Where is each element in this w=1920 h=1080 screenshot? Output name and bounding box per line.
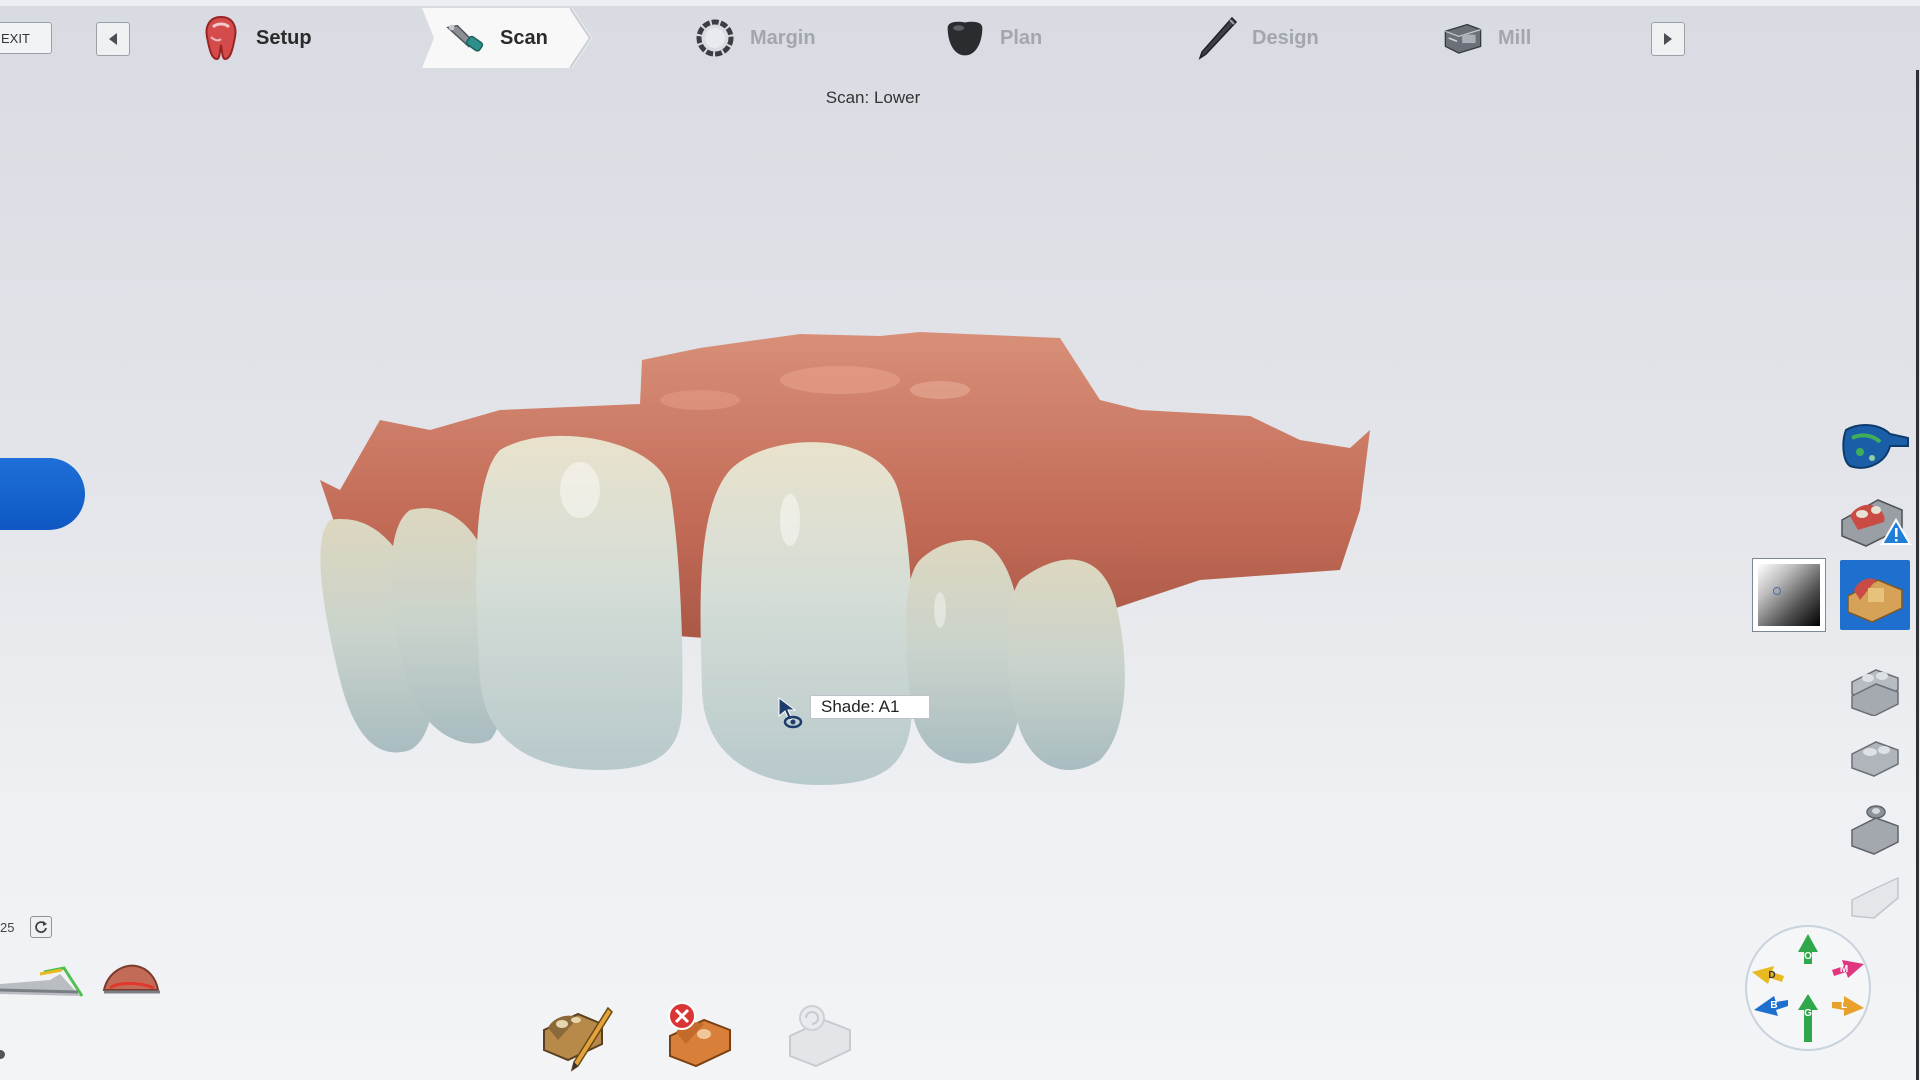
chevron-left-icon — [109, 33, 117, 45]
chevron-right-icon — [1664, 33, 1672, 45]
top-strip — [0, 0, 1920, 6]
dental-scan-model[interactable] — [300, 320, 1380, 800]
right-window-edge — [1916, 70, 1919, 1080]
gum-trim-tool-icon[interactable] — [100, 958, 164, 1002]
upper-jaw-model-icon[interactable] — [1846, 660, 1906, 716]
exit-button[interactable]: EXIT — [0, 22, 52, 54]
compass-label-o: O — [1804, 951, 1812, 962]
step-scan-label: Scan — [500, 26, 548, 49]
step-design[interactable]: Design — [1196, 8, 1319, 68]
orientation-compass[interactable]: O D M B L G — [1744, 924, 1872, 1052]
step-margin-label: Margin — [750, 26, 816, 49]
compass-label-d: D — [1768, 970, 1775, 981]
left-indicator-dot — [0, 1050, 5, 1059]
model-warning-icon[interactable] — [1838, 490, 1912, 552]
step-plan[interactable]: Plan — [944, 8, 1042, 68]
shade-gradient-swatch — [1758, 564, 1820, 626]
shade-model-icon — [1847, 578, 1903, 623]
shade-probe-cursor-icon — [778, 697, 803, 729]
step-margin[interactable]: Margin — [694, 8, 816, 68]
refresh-icon — [35, 921, 47, 933]
restore-scan-tool-icon[interactable] — [784, 1000, 860, 1072]
scanner-wand-icon — [444, 17, 486, 59]
active-step-chevron — [570, 8, 592, 68]
lower-jaw-model-icon[interactable] — [1846, 732, 1906, 780]
refresh-button[interactable] — [30, 916, 52, 938]
delete-scan-tool-icon[interactable] — [664, 1000, 740, 1072]
next-step-button[interactable] — [1651, 22, 1685, 56]
shade-selector[interactable] — [1752, 558, 1826, 632]
margin-ring-icon — [694, 17, 736, 59]
compass-label-m: M — [1840, 964, 1848, 975]
step-scan[interactable]: Scan — [444, 8, 548, 68]
design-pen-icon — [1196, 16, 1238, 60]
scan-tray-icon[interactable] — [1840, 420, 1912, 476]
step-design-label: Design — [1252, 26, 1319, 49]
step-plan-label: Plan — [1000, 26, 1043, 49]
step-setup[interactable]: Setup — [200, 8, 312, 68]
edit-scan-tool-icon[interactable] — [538, 1000, 614, 1072]
step-setup-label: Setup — [256, 26, 312, 49]
scan-title: Scan: Lower — [825, 88, 921, 107]
shade-marker — [1773, 587, 1781, 595]
step-mill-label: Mill — [1498, 26, 1532, 49]
mill-machine-icon — [1442, 17, 1484, 59]
pre-op-model-icon[interactable] — [1846, 872, 1906, 926]
compass-label-b: B — [1770, 1000, 1777, 1011]
setup-tooth-icon — [200, 15, 242, 61]
margin-line-tool-icon[interactable] — [0, 960, 84, 1004]
shade-model-toggle[interactable] — [1840, 560, 1910, 630]
shade-label: Shade: A1 — [810, 695, 930, 719]
previous-step-button[interactable] — [96, 22, 130, 56]
compass-label-l: L — [1841, 1000, 1847, 1011]
crown-icon — [944, 17, 986, 59]
compass-label-g: G — [1804, 1008, 1812, 1019]
left-panel-toggle[interactable] — [0, 458, 85, 530]
step-mill[interactable]: Mill — [1442, 8, 1531, 68]
left-counter: 25 — [0, 920, 15, 935]
bite-model-icon[interactable] — [1846, 800, 1906, 860]
